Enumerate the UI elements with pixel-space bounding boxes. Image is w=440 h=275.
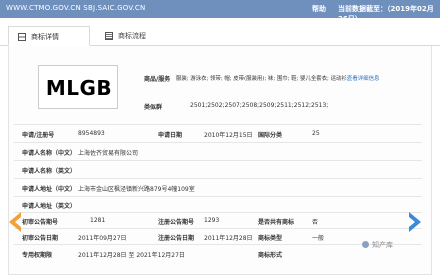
- divider: [14, 212, 422, 213]
- help-link[interactable]: 帮助: [312, 4, 326, 14]
- intl-class-label: 国际分类: [258, 132, 283, 139]
- app-date-label: 申请日期: [158, 132, 183, 139]
- tab-label: 商标流程: [118, 32, 146, 40]
- reg-pub-date-value: 2011年12月28日: [204, 235, 253, 242]
- similar-group-label: 类似群: [144, 104, 163, 111]
- tab-bar: 商标详情 商标流程: [0, 26, 440, 46]
- address-cn-value: 上海市金山区枫泾镇新兴路879号4幢109室: [78, 186, 195, 193]
- divider: [14, 160, 422, 161]
- tab-trademark-process[interactable]: 商标流程: [96, 26, 178, 46]
- reg-pub-date-label: 注册公告日期: [158, 235, 195, 242]
- reg-no-value: 8954893: [78, 130, 105, 137]
- data-update-date: 当前数据截至：（2019年02月26日）: [338, 5, 434, 23]
- divider: [14, 244, 422, 245]
- similar-group-value: 2501;2502;2507;2508;2509;2511;2512;2513;: [190, 102, 329, 109]
- applicant-cn-value: 上海佐齐贸易有限公司: [78, 150, 139, 157]
- applicant-cn-label: 申请人名称（中文）: [22, 150, 77, 157]
- shared-mark-label: 是否共有商标: [258, 219, 295, 226]
- shared-mark-value: 否: [312, 219, 319, 226]
- validity-period-label: 专用权期限: [22, 252, 53, 259]
- divider: [14, 228, 422, 229]
- reg-pub-no-value: 1293: [204, 217, 220, 224]
- site-domains: WWW.CTMO.GOV.CN SBJ.SAIC.GOV.CN: [6, 4, 146, 12]
- trademark-type-value: 一般: [312, 235, 325, 242]
- reg-pub-no-label: 注册公告期号: [158, 219, 195, 226]
- goods-label: 商品/服务: [144, 76, 171, 83]
- top-bar: WWW.CTMO.GOV.CN SBJ.SAIC.GOV.CN 帮助 当前数据截…: [0, 0, 440, 23]
- address-en-label: 申请人地址（英文）: [22, 203, 77, 210]
- trademark-form-label: 商标形式: [258, 252, 283, 259]
- previous-arrow-button[interactable]: [8, 212, 22, 232]
- pre-pub-date-label: 初审公告日期: [22, 235, 59, 242]
- divider: [14, 142, 422, 143]
- pre-pub-no-label: 初审公告期号: [22, 219, 59, 226]
- next-arrow-button[interactable]: [408, 212, 422, 232]
- pre-pub-date-value: 2011年09月27日: [78, 235, 127, 242]
- watermark-text: 知产库: [372, 241, 393, 249]
- address-cn-label: 申请人地址（中文）: [22, 186, 77, 193]
- reg-no-label: 申请/注册号: [22, 132, 55, 139]
- chevron-right-icon: [409, 212, 421, 232]
- watermark-icon: [362, 241, 369, 248]
- divider: [14, 178, 422, 179]
- watermark: 知产库: [362, 240, 393, 250]
- validity-period-value: 2011年12月28日 至 2021年12月27日: [78, 252, 185, 259]
- app-date-value: 2010年12月15日: [204, 132, 253, 139]
- view-details-link[interactable]: 查看详细信息: [347, 74, 379, 82]
- intl-class-value: 25: [312, 130, 320, 137]
- divider: [14, 124, 422, 125]
- goods-value: 服装; 游泳衣; 领带; 帽; 皮带(服装用); 袜; 围巾; 鞋; 婴儿全套衣…: [176, 76, 349, 82]
- applicant-en-label: 申请人名称（英文）: [22, 168, 77, 175]
- chevron-left-icon: [9, 212, 21, 232]
- trademark-image: MLGB: [38, 65, 118, 109]
- tab-label: 商标详情: [31, 33, 59, 41]
- tab-trademark-detail[interactable]: 商标详情: [8, 26, 90, 46]
- trademark-type-label: 商标类型: [258, 235, 283, 242]
- list-icon: [105, 32, 113, 40]
- trademark-mark-text: MLGB: [45, 76, 113, 100]
- document-icon: [18, 33, 26, 41]
- pre-pub-no-value: 1281: [90, 217, 106, 224]
- divider: [14, 196, 422, 197]
